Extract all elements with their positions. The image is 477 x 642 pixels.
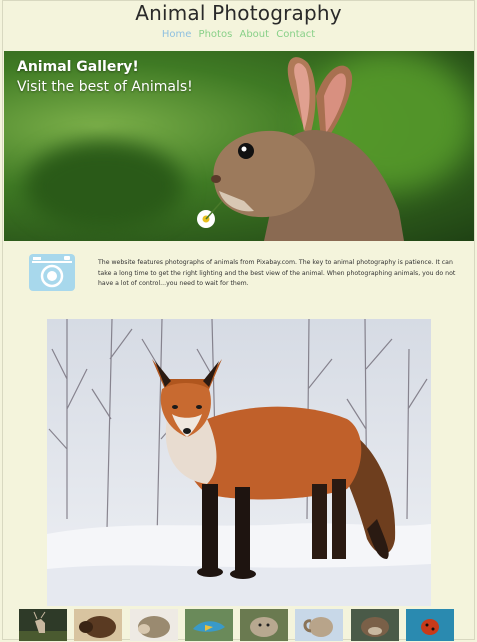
thumbnail-ladybug[interactable] [406, 609, 454, 641]
thumbnail-seal[interactable] [240, 609, 288, 641]
feature-image-fox [47, 319, 431, 606]
nav-about[interactable]: About [239, 29, 269, 40]
thumbnail-bird[interactable] [185, 609, 233, 641]
hero-heading: Animal Gallery! [17, 59, 139, 75]
thumbnail-strip [19, 609, 459, 641]
hero-text: Animal Gallery! Visit the best of Animal… [17, 57, 193, 97]
nav-photos[interactable]: Photos [199, 29, 233, 40]
site-title: Animal Photography [135, 1, 342, 25]
intro-text: The website features photographs of anim… [98, 259, 456, 287]
main-nav: Home Photos About Contact [0, 28, 477, 42]
thumbnail-hedgehog[interactable] [130, 609, 178, 641]
site-header: Animal Photography Home Photos About Con… [0, 0, 477, 48]
thumbnail-ram[interactable] [295, 609, 343, 641]
intro-section: The website features photographs of anim… [28, 250, 468, 310]
nav-contact[interactable]: Contact [276, 29, 315, 40]
thumbnail-deer[interactable] [19, 609, 67, 641]
nav-home[interactable]: Home [162, 29, 192, 40]
thumbnail-bison[interactable] [74, 609, 122, 641]
daisy [197, 200, 223, 228]
hero-subheading: Visit the best of Animals! [17, 79, 193, 95]
hero-banner: Animal Gallery! Visit the best of Animal… [4, 51, 474, 241]
camera-icon [29, 254, 75, 291]
thumbnail-otter[interactable] [351, 609, 399, 641]
fox-image [47, 319, 431, 606]
rabbit-image [197, 57, 404, 241]
